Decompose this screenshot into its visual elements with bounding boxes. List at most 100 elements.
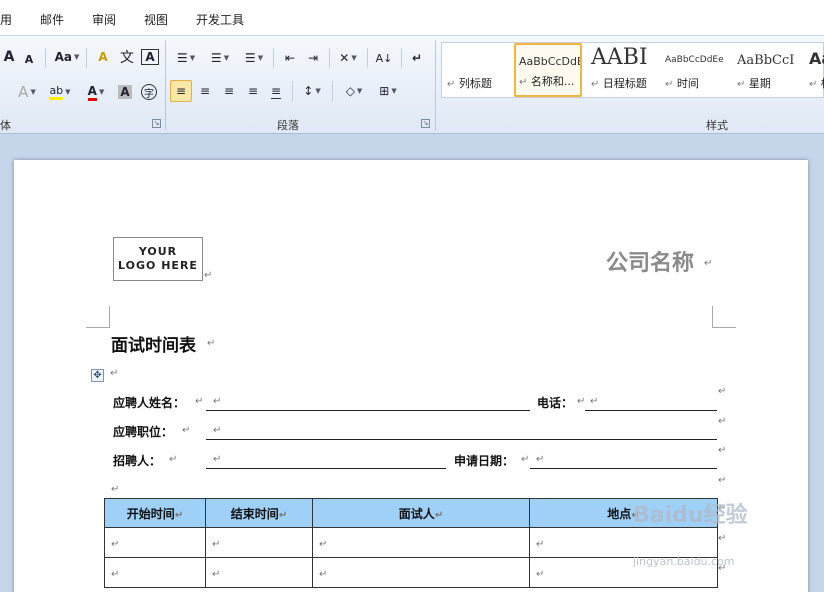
table-move-handle-icon[interactable]: ✥ xyxy=(91,369,104,382)
table-cell[interactable]: ↵ xyxy=(312,527,530,558)
shrink-font-button[interactable]: A xyxy=(20,48,38,70)
position-field[interactable] xyxy=(206,439,717,440)
styles-group-label: 样式 xyxy=(706,119,728,132)
line-spacing-button[interactable]: ↕ ▼ xyxy=(298,80,326,102)
align-right-button[interactable]: ≡ xyxy=(219,80,239,102)
highlight-button[interactable]: ab ▼ xyxy=(45,81,75,103)
table-cell[interactable]: ↵ xyxy=(104,557,206,588)
divider xyxy=(292,81,293,101)
crop-mark-right xyxy=(712,306,736,328)
logo-text: YOUR LOGO HERE xyxy=(118,245,198,272)
header-interviewer[interactable]: 面试人↵ xyxy=(312,498,530,528)
justify-button[interactable]: ≡ xyxy=(243,80,263,102)
distributed-button[interactable]: ≡ xyxy=(266,80,286,102)
table-cell[interactable]: ↵ xyxy=(104,527,206,558)
recruiter-field[interactable] xyxy=(206,468,446,469)
header-start-time[interactable]: 开始时间↵ xyxy=(104,498,206,528)
borders-button[interactable]: ⊞ ▼ xyxy=(374,80,402,102)
tab-review[interactable]: 审阅 xyxy=(92,11,116,28)
style-name-and[interactable]: AaBbCcDdE ↵ 名称和... xyxy=(514,43,582,97)
line-spacing-icon: ↕ xyxy=(303,84,314,98)
char-border-icon: A xyxy=(141,49,159,65)
style-label: ↵ 列标题 xyxy=(447,77,492,90)
paragraph-mark: ↵ xyxy=(213,396,222,407)
style-weekday[interactable]: AaBbCcI ↵ 星期 xyxy=(734,43,802,97)
increase-indent-icon: ⇥ xyxy=(307,51,319,65)
decrease-indent-button[interactable]: ⇤ xyxy=(280,47,300,69)
text-effect-button[interactable]: A ▼ xyxy=(12,81,42,103)
table-cell[interactable]: ↵ xyxy=(312,557,530,588)
paragraph-mark: ↵ xyxy=(182,425,191,436)
bullets-button[interactable]: ☰ ▼ xyxy=(172,47,200,69)
paragraph-mark-icon: ↵ xyxy=(411,51,423,65)
watermark: Baidu经验 xyxy=(633,503,748,528)
table-row: ↵ ↵ ↵ ↵ xyxy=(104,527,718,558)
distributed-icon: ≡ xyxy=(270,83,282,99)
numbering-button[interactable]: ☰ ▼ xyxy=(205,47,235,69)
styles-gallery: ↵ 列标题 AaBbCcDdE ↵ 名称和... AABI ↵ 日程标题 AaB… xyxy=(441,42,824,98)
font-color-button[interactable]: A ▼ xyxy=(81,81,111,103)
tab-mailings[interactable]: 邮件 xyxy=(40,11,64,28)
align-center-icon: ≡ xyxy=(199,84,211,98)
table-cell[interactable]: ↵ xyxy=(205,557,313,588)
style-column-heading[interactable]: ↵ 列标题 xyxy=(444,43,512,97)
style-title[interactable]: Aa ↵ 标 xyxy=(806,43,824,97)
tab-start-partial[interactable]: 用 xyxy=(0,11,12,28)
highlighter-icon: ab xyxy=(49,84,64,100)
shrink-font-icon: A xyxy=(24,52,34,66)
show-marks-button[interactable]: ↵ xyxy=(407,47,427,69)
char-border-button[interactable]: A xyxy=(141,46,159,68)
paragraph-dialog-launcher[interactable]: ↘ xyxy=(421,119,430,128)
phonetic-guide-button[interactable]: 文 xyxy=(117,46,137,68)
paragraph-mark: ↵ xyxy=(718,475,727,486)
grow-font-button[interactable]: A xyxy=(0,46,18,68)
tab-developer[interactable]: 开发工具 xyxy=(196,11,244,28)
style-schedule-title[interactable]: AABI ↵ 日程标题 xyxy=(588,43,656,97)
table-cell[interactable]: ↵ xyxy=(529,527,718,558)
increase-indent-button[interactable]: ⇥ xyxy=(303,47,323,69)
divider xyxy=(273,48,274,68)
style-preview: AaBbCcDdEe xyxy=(665,55,724,65)
numbering-icon: ☰ xyxy=(210,51,222,65)
divider xyxy=(367,48,368,68)
center-button[interactable]: ≡ xyxy=(195,80,215,102)
position-label: 应聘职位： xyxy=(113,425,174,439)
paragraph-group-label: 段落 xyxy=(277,119,299,132)
font-color-icon: A xyxy=(87,84,97,101)
chinese-layout-button[interactable]: ✕ ▼ xyxy=(334,47,362,69)
decrease-indent-icon: ⇤ xyxy=(284,51,296,65)
phone-field[interactable] xyxy=(585,410,717,411)
paragraph-mark: ↵ xyxy=(718,445,727,456)
paragraph-mark: ↵ xyxy=(704,258,713,269)
multilevel-list-button[interactable]: ☰ ▼ xyxy=(240,47,268,69)
clear-format-button[interactable]: A xyxy=(93,46,113,68)
table-header-row: 开始时间↵ 结束时间↵ 面试人↵ 地点↵ xyxy=(104,498,718,528)
align-left-button[interactable]: ≡ xyxy=(170,80,192,102)
applicant-name-field[interactable] xyxy=(206,410,530,411)
char-shading-button[interactable]: A xyxy=(116,81,134,103)
divider xyxy=(86,48,87,68)
style-preview: AaBbCcDdE xyxy=(519,55,582,68)
multilevel-list-icon: ☰ xyxy=(244,51,256,65)
paragraph-mark: ↵ xyxy=(207,338,216,349)
paragraph-mark: ↵ xyxy=(718,533,727,544)
paragraph-mark: ↵ xyxy=(110,368,119,379)
style-time[interactable]: AaBbCcDdEe ↵ 时间 xyxy=(662,43,730,97)
font-dialog-launcher[interactable]: ↘ xyxy=(152,119,161,128)
paragraph-mark: ↵ xyxy=(577,396,586,407)
tab-view[interactable]: 视图 xyxy=(144,11,168,28)
sort-icon: A↓ xyxy=(375,51,393,65)
header-end-time[interactable]: 结束时间↵ xyxy=(205,498,313,528)
company-name: 公司名称 xyxy=(606,251,695,276)
paragraph-mark: ↵ xyxy=(590,396,599,407)
shading-button[interactable]: ◇ ▼ xyxy=(340,80,368,102)
enclose-char-button[interactable]: 字 xyxy=(139,81,159,103)
apply-date-field[interactable] xyxy=(530,468,717,469)
divider xyxy=(401,48,402,68)
change-case-button[interactable]: Aa ▼ xyxy=(53,46,81,68)
table-row: ↵ ↵ ↵ ↵ xyxy=(104,557,718,588)
paragraph-mark: ↵ xyxy=(195,396,204,407)
group-divider xyxy=(435,40,436,130)
table-cell[interactable]: ↵ xyxy=(205,527,313,558)
sort-button[interactable]: A↓ xyxy=(373,47,395,69)
